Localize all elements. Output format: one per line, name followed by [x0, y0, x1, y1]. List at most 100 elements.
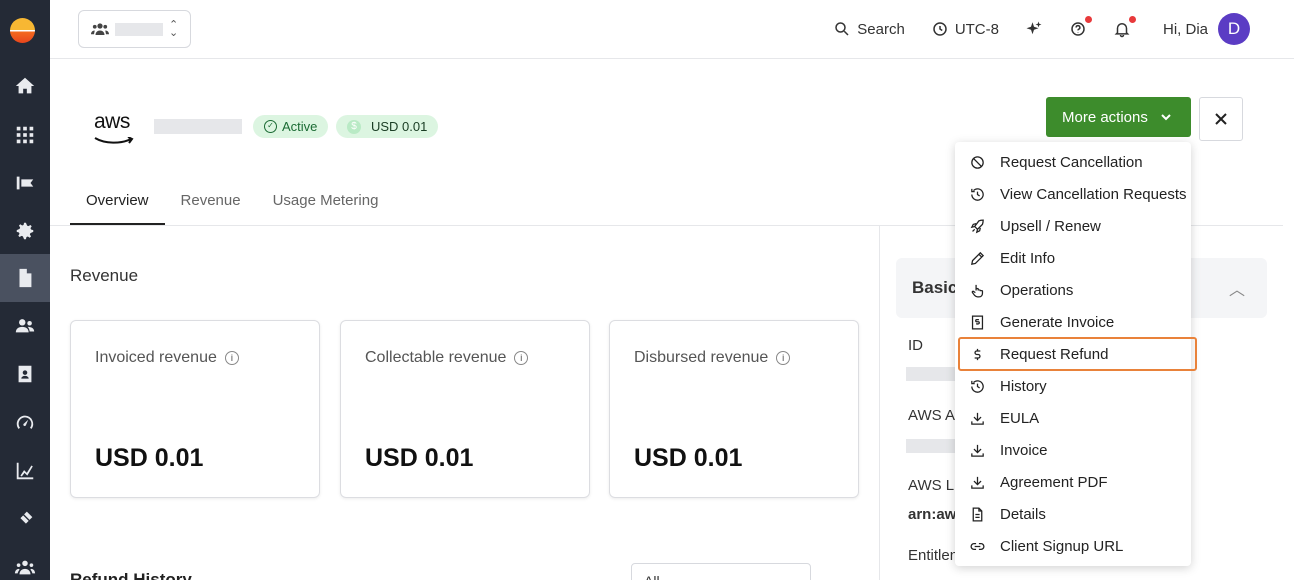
aws-logo: aws: [94, 111, 138, 144]
menu-item-label: EULA: [1000, 409, 1040, 427]
app-root: ⌃ ⌄ Search UTC-8 Hi, Dia D aws ✓ Active …: [0, 0, 1294, 580]
check-circle-icon: ✓: [264, 120, 277, 133]
invoiced-revenue-card: Invoiced revenue i USD 0.01: [70, 320, 320, 498]
nav-team-icon[interactable]: [0, 543, 50, 580]
hand-pointer-icon: [971, 284, 984, 298]
menu-item-edit-info[interactable]: Edit Info: [955, 242, 1191, 274]
menu-item-invoice[interactable]: Invoice: [955, 434, 1191, 466]
tab-bar: Overview Revenue Usage Metering: [70, 180, 394, 225]
nav-settings-gear-icon[interactable]: [0, 207, 50, 255]
search-button[interactable]: Search: [833, 20, 905, 38]
card-value: USD 0.01: [95, 444, 204, 472]
info-icon[interactable]: i: [224, 351, 239, 365]
nav-agreements-document-icon[interactable]: [0, 254, 50, 302]
help-button[interactable]: [1069, 16, 1092, 38]
refund-filter-select[interactable]: All: [631, 563, 811, 580]
timezone-label: UTC-8: [954, 20, 999, 38]
refund-history-title: Refund History: [70, 570, 192, 580]
history-icon: [971, 379, 984, 393]
search-label: Search: [857, 20, 905, 38]
amount-badge: $ USD 0.01: [336, 115, 439, 138]
card-label: Disbursed revenue: [634, 349, 769, 366]
menu-item-upsell-renew[interactable]: Upsell / Renew: [955, 210, 1191, 242]
nav-apps-grid-icon[interactable]: [0, 111, 50, 159]
menu-item-label: Client Signup URL: [1000, 537, 1124, 555]
chevron-up-icon: ︿: [1228, 282, 1245, 299]
menu-item-agreement-pdf[interactable]: Agreement PDF: [955, 466, 1191, 498]
menu-item-details[interactable]: Details: [955, 498, 1191, 530]
bell-icon: [1114, 23, 1130, 38]
link-icon: [970, 542, 985, 550]
nav-listings-icon[interactable]: [0, 159, 50, 207]
status-badge-label: Active: [282, 119, 318, 134]
clock-icon: [933, 22, 947, 36]
nav-contacts-icon[interactable]: [0, 350, 50, 398]
dollar-coin-icon: $: [347, 119, 361, 134]
app-logo[interactable]: [10, 18, 35, 43]
close-button[interactable]: [1199, 97, 1243, 141]
close-icon: [1215, 113, 1227, 125]
ban-icon: [971, 155, 984, 169]
menu-item-label: Generate Invoice: [1000, 313, 1115, 331]
menu-item-client-signup-url[interactable]: Client Signup URL: [955, 530, 1191, 562]
more-actions-button[interactable]: More actions: [1046, 97, 1191, 137]
menu-item-label: Request Cancellation: [1000, 153, 1143, 171]
nav-home-icon[interactable]: [0, 62, 50, 110]
field-value-placeholder: [906, 439, 956, 453]
disbursed-revenue-card: Disbursed revenue i USD 0.01: [609, 320, 859, 498]
user-menu[interactable]: Hi, Dia D: [1163, 13, 1250, 45]
notifications-button[interactable]: [1113, 16, 1136, 38]
ai-sparkle-button[interactable]: [1025, 20, 1043, 38]
card-value: USD 0.01: [634, 444, 743, 472]
help-icon: [1071, 22, 1085, 36]
team-name-placeholder: [115, 22, 163, 36]
invoice-icon: [971, 314, 984, 330]
menu-item-view-cancellation-requests[interactable]: View Cancellation Requests: [955, 178, 1191, 210]
dollar-icon: [974, 348, 981, 360]
menu-item-generate-invoice[interactable]: Generate Invoice: [955, 306, 1191, 338]
tab-revenue[interactable]: Revenue: [165, 180, 257, 225]
nav-analytics-icon[interactable]: [0, 447, 50, 495]
menu-item-label: Edit Info: [1000, 249, 1056, 267]
download-icon: [971, 476, 984, 489]
field-label-entitlement: Entitlen: [908, 547, 959, 564]
sparkle-icon: [1026, 21, 1042, 35]
timezone-button[interactable]: UTC-8: [931, 20, 999, 38]
amount-badge-label: USD 0.01: [371, 119, 428, 134]
agreement-name-placeholder: [154, 119, 242, 134]
download-icon: [971, 412, 984, 425]
field-label-id: ID: [908, 337, 923, 354]
rocket-icon: [970, 218, 984, 233]
chevron-down-icon: [1161, 114, 1171, 121]
menu-item-operations[interactable]: Operations: [955, 274, 1191, 306]
updown-chevron-icon: ⌃ ⌄: [169, 19, 179, 39]
revenue-section-title: Revenue: [70, 266, 139, 285]
notification-dot: [1128, 16, 1136, 23]
menu-item-request-cancellation[interactable]: Request Cancellation: [955, 146, 1191, 178]
tab-usage-metering[interactable]: Usage Metering: [257, 180, 395, 225]
team-selector[interactable]: ⌃ ⌄: [78, 10, 191, 48]
menu-item-eula[interactable]: EULA: [955, 402, 1191, 434]
history-icon: [971, 187, 984, 201]
nav-customers-icon[interactable]: [0, 302, 50, 350]
info-icon[interactable]: i: [514, 351, 529, 365]
tab-overview[interactable]: Overview: [70, 180, 165, 225]
more-actions-label: More actions: [1062, 108, 1148, 126]
menu-item-history[interactable]: History: [955, 370, 1191, 402]
menu-item-label: Upsell / Renew: [1000, 217, 1101, 235]
menu-item-label: Request Refund: [1000, 345, 1109, 363]
greeting: Hi, Dia: [1162, 20, 1208, 38]
menu-item-label: Agreement PDF: [1000, 473, 1108, 491]
menu-item-label: Operations: [1000, 281, 1074, 299]
collectable-revenue-card: Collectable revenue i USD 0.01: [340, 320, 590, 498]
nav-integrations-icon[interactable]: [0, 495, 50, 543]
avatar: D: [1218, 13, 1250, 45]
nav-speedometer-icon[interactable]: [0, 399, 50, 447]
topbar-actions: Search UTC-8 Hi, Dia D: [807, 13, 1250, 45]
info-icon[interactable]: i: [776, 351, 791, 365]
team-icon: [91, 23, 109, 35]
field-value-aws-license: arn:aw: [908, 506, 957, 523]
document-icon: [972, 506, 983, 522]
menu-item-request-refund[interactable]: Request Refund: [958, 337, 1197, 371]
top-bar: ⌃ ⌄ Search UTC-8 Hi, Dia D: [50, 0, 1294, 59]
